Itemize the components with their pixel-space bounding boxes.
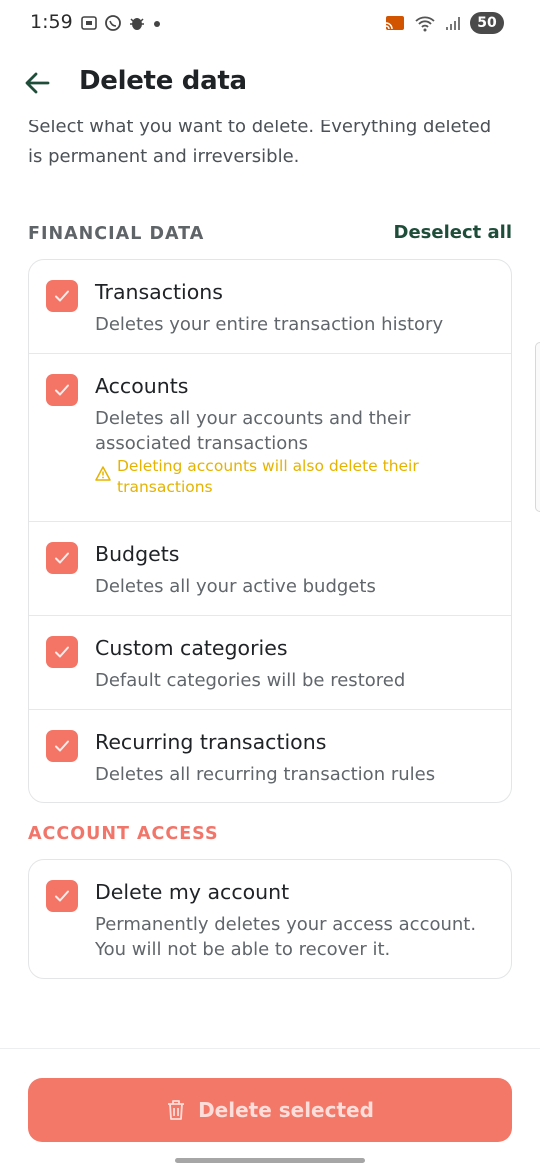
- checkmark-icon: [55, 384, 69, 396]
- financial-section-header: FINANCIAL DATA Deselect all: [28, 222, 512, 250]
- item-recurring-transactions[interactable]: Recurring transactions Deletes all recur…: [29, 710, 511, 802]
- edge-panel-handle[interactable]: [535, 342, 540, 512]
- checkmark-icon: [55, 740, 69, 752]
- account-access-card: Delete my account Permanently deletes yo…: [28, 859, 512, 979]
- whatsapp-icon: [105, 15, 121, 31]
- home-indicator[interactable]: [175, 1158, 365, 1163]
- financial-section-title: FINANCIAL DATA: [28, 224, 205, 244]
- bottom-action-bar: Delete selected: [0, 1048, 540, 1170]
- delete-selected-label: Delete selected: [198, 1098, 374, 1122]
- checkmark-icon: [55, 290, 69, 302]
- item-title: Transactions: [95, 280, 223, 304]
- item-desc: Deletes all recurring transaction rules: [95, 764, 436, 785]
- bug-icon: [130, 18, 144, 30]
- account-access-section-header: ACCOUNT ACCESS: [28, 824, 512, 850]
- warning-text: Deleting accounts will also delete their…: [117, 457, 419, 496]
- warning-icon: [95, 466, 111, 481]
- signal-icon: [446, 17, 460, 30]
- item-title: Budgets: [95, 542, 180, 566]
- screenshot-icon: [81, 16, 97, 30]
- wifi-icon: [415, 16, 435, 32]
- item-desc: Deletes all your active budgets: [95, 576, 376, 597]
- back-button[interactable]: [22, 68, 52, 98]
- item-title: Custom categories: [95, 636, 288, 660]
- content-scroll[interactable]: Select what you want to delete. Everythi…: [0, 108, 540, 1048]
- checkbox-delete-account[interactable]: [46, 880, 78, 912]
- item-title: Recurring transactions: [95, 730, 327, 754]
- item-title: Accounts: [95, 374, 189, 398]
- cast-icon: [385, 16, 404, 30]
- status-bar: 1:59 50: [0, 0, 540, 48]
- back-arrow-icon: [25, 72, 50, 94]
- item-desc: Deletes all your accounts and their asso…: [95, 408, 411, 454]
- checkbox-accounts[interactable]: [46, 374, 78, 406]
- financial-card: Transactions Deletes your entire transac…: [28, 259, 512, 803]
- status-time: 1:59: [30, 11, 73, 33]
- notification-icons: [80, 14, 162, 32]
- item-desc: Deletes your entire transaction history: [95, 314, 444, 335]
- checkmark-icon: [55, 552, 69, 564]
- checkbox-transactions[interactable]: [46, 280, 78, 312]
- dot-icon: [154, 21, 160, 27]
- item-title: Delete my account: [95, 880, 290, 904]
- trash-icon: [168, 1100, 185, 1120]
- intro-text: Select what you want to delete. Everythi…: [28, 116, 492, 167]
- app-bar: Delete data: [0, 48, 540, 120]
- checkbox-budgets[interactable]: [46, 542, 78, 574]
- system-icons: 50: [384, 12, 504, 34]
- checkmark-icon: [55, 890, 69, 902]
- checkmark-icon: [55, 646, 69, 658]
- page-title: Delete data: [79, 66, 247, 96]
- item-desc: Permanently deletes your access account.…: [95, 914, 477, 960]
- item-transactions[interactable]: Transactions Deletes your entire transac…: [29, 260, 511, 354]
- item-accounts[interactable]: Accounts Deletes all your accounts and t…: [29, 354, 511, 522]
- battery-indicator: 50: [470, 12, 504, 34]
- account-access-section-title: ACCOUNT ACCESS: [28, 824, 219, 844]
- item-desc: Default categories will be restored: [95, 670, 406, 691]
- checkbox-custom-categories[interactable]: [46, 636, 78, 668]
- item-budgets[interactable]: Budgets Deletes all your active budgets: [29, 522, 511, 616]
- deselect-all-button[interactable]: Deselect all: [394, 222, 512, 243]
- item-delete-account[interactable]: Delete my account Permanently deletes yo…: [29, 860, 511, 978]
- delete-selected-button[interactable]: Delete selected: [28, 1078, 512, 1142]
- item-custom-categories[interactable]: Custom categories Default categories wil…: [29, 616, 511, 710]
- checkbox-recurring-transactions[interactable]: [46, 730, 78, 762]
